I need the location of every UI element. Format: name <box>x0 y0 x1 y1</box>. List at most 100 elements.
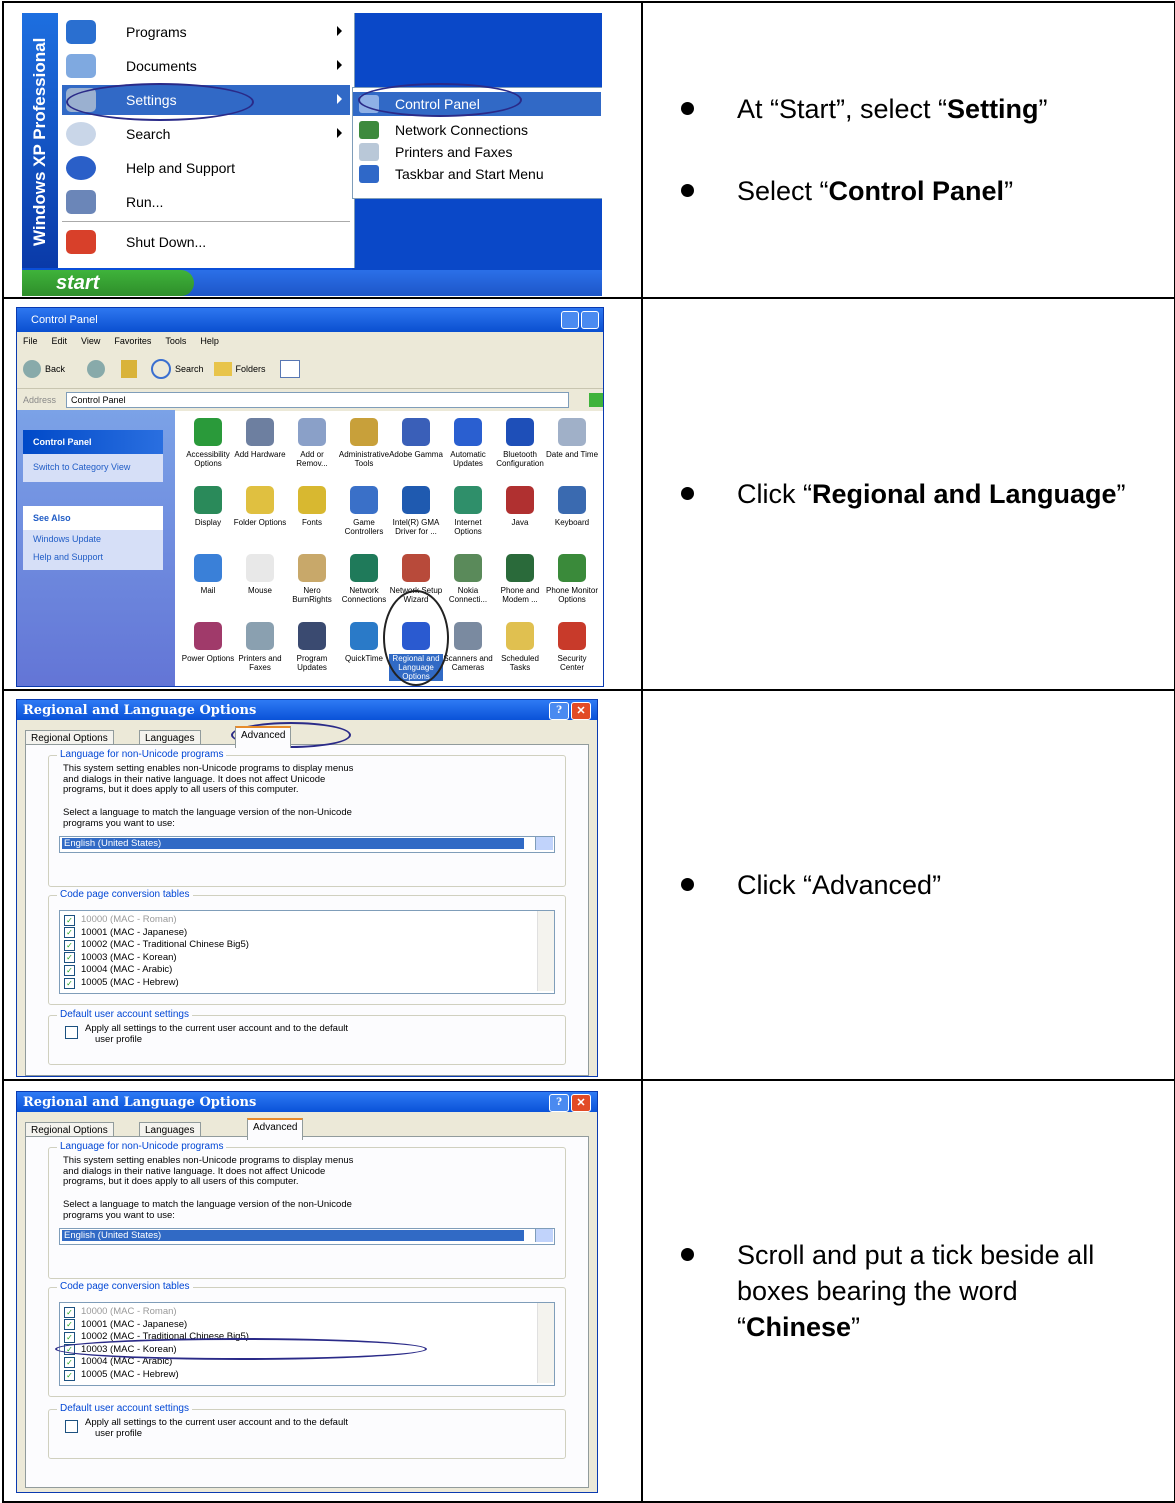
cp-icon-printers-and-faxes[interactable]: Printers and Faxes <box>233 620 287 686</box>
checkbox-checked-icon[interactable]: ✓ <box>64 1356 75 1368</box>
cp-icon-accessibility-options[interactable]: Accessibility Options <box>181 416 235 486</box>
list-scrollbar[interactable] <box>537 911 554 991</box>
cp-icon-date-and-time[interactable]: Date and Time <box>545 416 599 486</box>
up-folder-icon[interactable] <box>121 360 138 378</box>
code-page-item[interactable]: ✓ 10003 (MAC - Korean) <box>64 952 177 964</box>
tab-advanced[interactable]: Advanced <box>235 726 292 748</box>
cp-icon-nero-burnrights[interactable]: Nero BurnRights <box>285 552 339 622</box>
menu-edit[interactable]: Edit <box>52 336 68 346</box>
cp-icon-add-or-remov[interactable]: Add or Remov... <box>285 416 339 486</box>
menu-favorites[interactable]: Favorites <box>114 336 151 346</box>
cp-icon-phone-and-modem[interactable]: Phone and Modem ... <box>493 552 547 622</box>
cp-icon-program-updates[interactable]: Program Updates <box>285 620 339 686</box>
menu-item-documents[interactable]: Documents <box>62 51 350 81</box>
code-page-item[interactable]: ✓ 10000 (MAC - Roman) <box>64 914 177 926</box>
apply-button[interactable]: Apply <box>493 1492 587 1493</box>
menu-item-programs[interactable]: Programs <box>62 17 350 47</box>
close-icon[interactable]: ✕ <box>571 702 591 720</box>
list-scrollbar[interactable] <box>537 1303 554 1383</box>
submenu-item-printers[interactable]: Printers and Faxes <box>353 140 601 164</box>
cp-icon-java[interactable]: Java <box>493 484 547 554</box>
cp-icon-add-hardware[interactable]: Add Hardware <box>233 416 287 486</box>
pane-title[interactable]: See Also <box>23 506 163 530</box>
menu-item-run[interactable]: Run... <box>62 187 350 217</box>
switch-category-link[interactable]: Switch to Category View <box>23 454 163 482</box>
go-icon[interactable] <box>589 393 603 407</box>
tab-advanced[interactable]: Advanced <box>247 1118 304 1140</box>
checkbox-checked-icon[interactable]: ✓ <box>64 964 75 976</box>
back-label[interactable]: Back <box>45 364 65 374</box>
cp-icon-security-center[interactable]: Security Center <box>545 620 599 686</box>
see-also-link[interactable]: Help and Support <box>23 548 163 570</box>
menu-item-help[interactable]: Help and Support <box>62 153 350 183</box>
checkbox-checked-icon[interactable]: ✓ <box>64 952 75 964</box>
address-field[interactable]: Control Panel <box>66 392 570 408</box>
code-page-item[interactable]: ✓ 10004 (MAC - Arabic) <box>64 964 172 976</box>
back-icon[interactable] <box>23 360 41 378</box>
language-select[interactable]: English (United States) <box>59 836 555 853</box>
language-select[interactable]: English (United States) <box>59 1228 555 1245</box>
checkbox-checked-icon[interactable]: ✓ <box>64 914 75 926</box>
chevron-down-icon[interactable] <box>535 1229 553 1242</box>
folders-icon[interactable] <box>213 362 232 376</box>
cp-icon-mouse[interactable]: Mouse <box>233 552 287 622</box>
code-page-item[interactable]: ✓ 10001 (MAC - Japanese) <box>64 1319 187 1331</box>
submenu-item-taskbar[interactable]: Taskbar and Start Menu <box>353 162 601 186</box>
checkbox-checked-icon[interactable]: ✓ <box>64 977 75 989</box>
code-page-item[interactable]: ✓ 10005 (MAC - Hebrew) <box>64 977 179 989</box>
cp-icon-adobe-gamma[interactable]: Adobe Gamma <box>389 416 443 486</box>
cancel-button[interactable]: Cancel <box>353 1492 447 1493</box>
pane-title[interactable]: Control Panel <box>23 430 163 454</box>
code-page-item[interactable]: ✓ 10005 (MAC - Hebrew) <box>64 1369 179 1381</box>
help-icon[interactable]: ? <box>549 702 569 720</box>
folders-label[interactable]: Folders <box>236 364 266 374</box>
cp-icon-keyboard[interactable]: Keyboard <box>545 484 599 554</box>
menu-item-search[interactable]: Search <box>62 119 350 149</box>
menu-tools[interactable]: Tools <box>165 336 186 346</box>
checkbox-checked-icon[interactable]: ✓ <box>64 1306 75 1318</box>
cp-icon-network-connections[interactable]: Network Connections <box>337 552 391 622</box>
views-icon[interactable] <box>279 360 300 378</box>
apply-all-checkbox[interactable] <box>65 1026 78 1039</box>
checkbox-checked-icon[interactable]: ✓ <box>64 939 75 951</box>
menu-file[interactable]: File <box>23 336 38 346</box>
cp-icon-folder-options[interactable]: Folder Options <box>233 484 287 554</box>
forward-icon[interactable] <box>87 360 106 378</box>
checkbox-checked-icon[interactable]: ✓ <box>64 1369 75 1381</box>
apply-all-checkbox[interactable] <box>65 1420 78 1433</box>
checkbox-checked-icon[interactable]: ✓ <box>64 1319 75 1331</box>
submenu-item-network[interactable]: Network Connections <box>353 118 601 142</box>
help-icon[interactable]: ? <box>549 1094 569 1112</box>
cp-icon-phone-monitor-options[interactable]: Phone Monitor Options <box>545 552 599 622</box>
checkbox-checked-icon[interactable]: ✓ <box>64 927 75 939</box>
checkbox-checked-icon[interactable]: ✓ <box>64 1331 75 1343</box>
cp-icon-administrative-tools[interactable]: Administrative Tools <box>337 416 391 486</box>
see-also-link[interactable]: Windows Update <box>23 530 163 548</box>
cp-icon-intel-r-gma-driver-for[interactable]: Intel(R) GMA Driver for ... <box>389 484 443 554</box>
cp-icon-fonts[interactable]: Fonts <box>285 484 339 554</box>
cp-icon-scheduled-tasks[interactable]: Scheduled Tasks <box>493 620 547 686</box>
cp-icon-mail[interactable]: Mail <box>181 552 235 622</box>
search-icon[interactable] <box>151 359 172 379</box>
cp-icon-scanners-and-cameras[interactable]: Scanners and Cameras <box>441 620 495 686</box>
cp-icon-automatic-updates[interactable]: Automatic Updates <box>441 416 495 486</box>
cp-icon-power-options[interactable]: Power Options <box>181 620 235 686</box>
code-page-item[interactable]: ✓ 10000 (MAC - Roman) <box>64 1306 177 1318</box>
chevron-down-icon[interactable] <box>535 837 553 850</box>
cp-icon-internet-options[interactable]: Internet Options <box>441 484 495 554</box>
cp-icon-game-controllers[interactable]: Game Controllers <box>337 484 391 554</box>
cp-icon-nokia-connecti[interactable]: Nokia Connecti... <box>441 552 495 622</box>
cp-icon-bluetooth-configuration[interactable]: Bluetooth Configuration <box>493 416 547 486</box>
code-page-item[interactable]: ✓ 10001 (MAC - Japanese) <box>64 927 187 939</box>
code-page-item[interactable]: ✓ 10002 (MAC - Traditional Chinese Big5) <box>64 939 249 951</box>
maximize-icon[interactable] <box>581 311 599 329</box>
close-icon[interactable]: ✕ <box>571 1094 591 1112</box>
menu-item-shutdown[interactable]: Shut Down... <box>62 227 350 257</box>
ok-button[interactable]: OK <box>253 1492 347 1493</box>
minimize-icon[interactable] <box>561 311 579 329</box>
search-label[interactable]: Search <box>175 364 204 374</box>
cp-icon-display[interactable]: Display <box>181 484 235 554</box>
start-button[interactable]: start <box>22 270 194 296</box>
menu-view[interactable]: View <box>81 336 100 346</box>
menu-help[interactable]: Help <box>200 336 219 346</box>
